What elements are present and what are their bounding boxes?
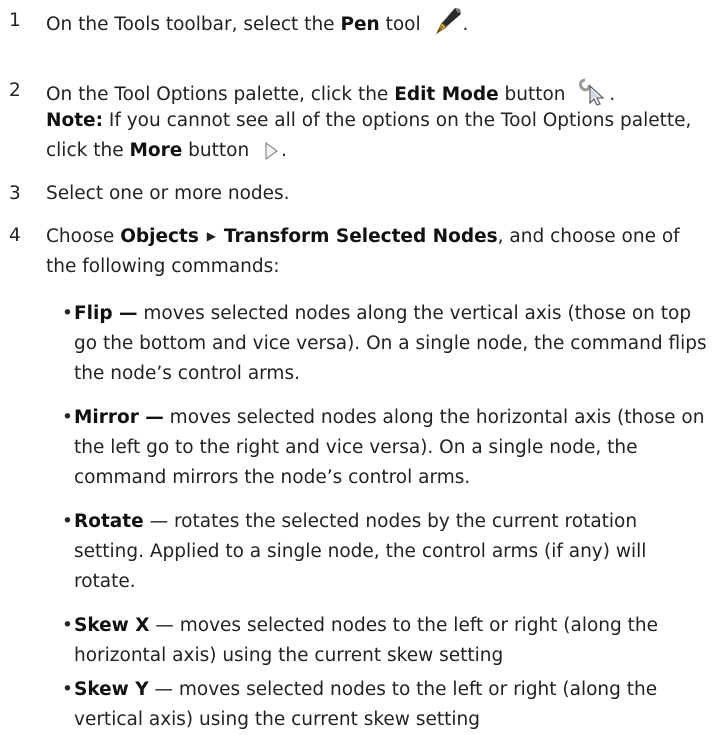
bullet-icon: • xyxy=(62,303,73,324)
note-label: Note: xyxy=(46,110,103,131)
instruction-document: 1 On the Tools toolbar, select the Pen t… xyxy=(0,0,717,730)
step-text-part: Choose xyxy=(46,226,121,247)
more-button-name: More xyxy=(129,140,183,161)
step-number: 2 xyxy=(9,80,21,101)
step-text: Select one or more nodes. xyxy=(46,183,290,204)
pen-nib-icon xyxy=(433,6,463,46)
list-item-text: Skew X — moves selected nodes to the lef… xyxy=(62,611,711,671)
menu-transform-selected-nodes: Transform Selected Nodes xyxy=(223,226,498,247)
bullet-icon: • xyxy=(62,511,73,532)
command-name: Mirror xyxy=(74,407,139,428)
em-dash: — xyxy=(143,511,169,532)
list-item-text: Mirror — moves selected nodes along the … xyxy=(62,403,711,493)
menu-arrow-icon: ▶ xyxy=(206,229,216,243)
command-name: Skew X xyxy=(74,615,150,636)
sentence-end: . xyxy=(609,84,616,105)
more-arrow-icon xyxy=(261,140,281,172)
bullet-icon: • xyxy=(62,615,73,636)
step-number: 1 xyxy=(9,10,21,31)
step-text: On the Tools toolbar, select the Pen too… xyxy=(46,6,709,46)
sentence-end: . xyxy=(281,140,287,161)
step-text-part: button xyxy=(498,84,566,105)
bullet-icon: • xyxy=(62,407,73,428)
menu-objects: Objects xyxy=(120,226,199,247)
command-name: Rotate xyxy=(74,511,144,532)
em-dash: — xyxy=(138,407,164,428)
bullet-icon: • xyxy=(62,679,73,700)
sentence-end: . xyxy=(462,14,469,35)
button-name: Edit Mode xyxy=(394,84,499,105)
tool-name: Pen xyxy=(340,14,380,35)
em-dash: — xyxy=(148,679,173,700)
em-dash: — xyxy=(149,615,174,636)
command-description: moves selected nodes along the vertical … xyxy=(74,303,707,384)
em-dash: — xyxy=(112,303,138,324)
list-item-rotate: • Rotate — rotates the selected nodes by… xyxy=(62,507,711,597)
list-item-mirror: • Mirror — moves selected nodes along th… xyxy=(62,403,711,493)
step-number: 3 xyxy=(9,183,21,204)
list-item-skew-x: • Skew X — moves selected nodes to the l… xyxy=(62,611,711,671)
step-text-part: On the Tools toolbar, select the xyxy=(46,14,341,35)
command-description: moves selected nodes along the horizonta… xyxy=(74,407,705,488)
step-number: 4 xyxy=(9,225,21,246)
list-item-text: Skew Y — moves selected nodes to the lef… xyxy=(62,675,711,735)
list-item-text: Flip — moves selected nodes along the ve… xyxy=(62,299,711,389)
command-name: Flip xyxy=(74,303,113,324)
step-text-part: On the Tool Options palette, click the xyxy=(46,84,395,105)
list-item-skew-y: • Skew Y — moves selected nodes to the l… xyxy=(62,675,711,735)
note: Note: If you cannot see all of the optio… xyxy=(46,106,709,172)
note-text: button xyxy=(182,140,250,161)
list-item-text: Rotate — rotates the selected nodes by t… xyxy=(62,507,711,597)
command-name: Skew Y xyxy=(74,679,149,700)
step-text-part: tool xyxy=(379,14,421,35)
step-text: Choose Objects ▶ Transform Selected Node… xyxy=(46,221,709,282)
list-item-flip: • Flip — moves selected nodes along the … xyxy=(62,299,711,389)
